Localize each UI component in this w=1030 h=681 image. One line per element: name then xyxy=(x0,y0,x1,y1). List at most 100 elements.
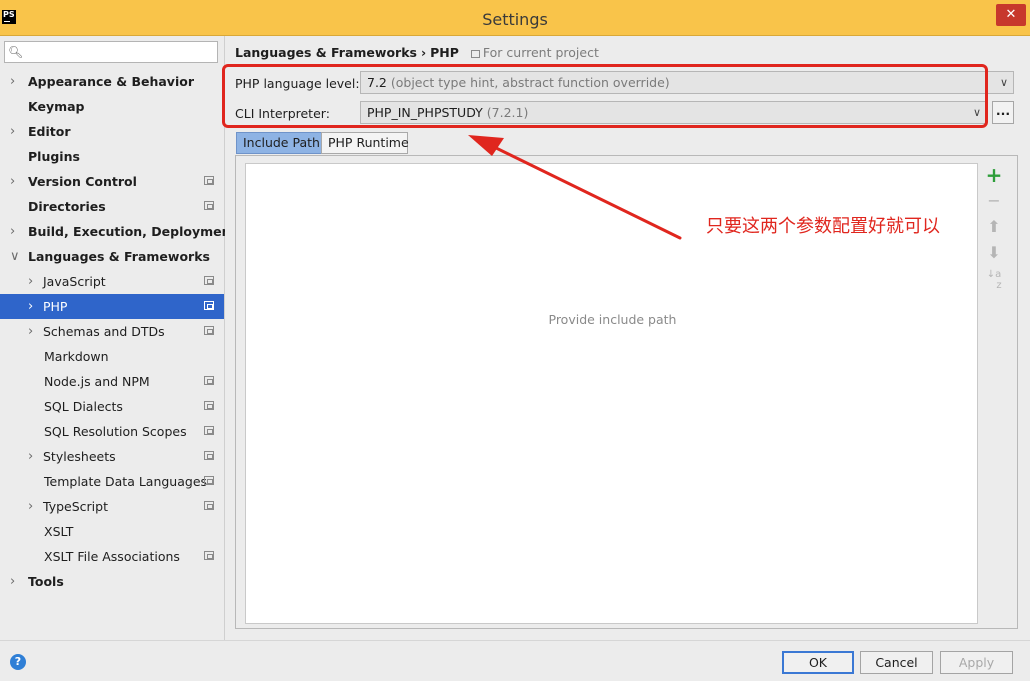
project-scope-icon xyxy=(204,476,214,485)
sidebar-item-tools[interactable]: › Tools xyxy=(0,569,224,594)
close-window-button[interactable]: ✕ xyxy=(996,4,1026,26)
search-icon: 🔍︎ xyxy=(8,45,24,59)
breadcrumb: Languages & Frameworks › PHP For current p… xyxy=(235,45,599,60)
settings-sidebar: 🔍︎ › Appearance & Behavior Keymap › Editor Pl… xyxy=(0,36,236,640)
sidebar-item-label: Directories xyxy=(28,199,106,214)
php-language-level-label: PHP language level: xyxy=(235,76,360,91)
remove-path-button[interactable]: − xyxy=(982,189,1006,213)
project-scope-icon xyxy=(470,50,480,58)
settings-search-input[interactable]: 🔍︎ xyxy=(4,41,218,63)
add-path-button[interactable]: + xyxy=(982,163,1006,187)
sidebar-item-build-execution-deployment[interactable]: › Build, Execution, Deployment xyxy=(0,219,236,244)
move-up-button[interactable]: ⬆︎ xyxy=(982,215,1006,239)
dialog-footer: ? OK Cancel Apply xyxy=(0,640,1030,681)
project-scope-icon xyxy=(204,326,214,335)
tab-php-runtime[interactable]: PHP Runtime xyxy=(321,132,409,154)
sidebar-item-label: Build, Execution, Deployment xyxy=(28,224,237,239)
chevron-right-icon[interactable]: › xyxy=(28,294,38,319)
sidebar-item-plugins[interactable]: Plugins xyxy=(0,144,224,169)
breadcrumb-page: PHP xyxy=(430,45,459,60)
project-scope-icon xyxy=(204,276,214,285)
php-language-level-value: 7.2 xyxy=(367,75,387,90)
sidebar-item-label: Editor xyxy=(28,124,71,139)
chevron-down-icon: ∨ xyxy=(999,76,1008,89)
sidebar-item-javascript[interactable]: › JavaScript xyxy=(0,269,224,294)
project-scope-icon xyxy=(204,201,214,210)
cli-interpreter-select[interactable]: PHP_IN_PHPSTUDY (7.2.1) ∨ xyxy=(360,101,987,124)
sidebar-item-sql-dialects[interactable]: SQL Dialects xyxy=(0,394,224,419)
sidebar-item-markdown[interactable]: Markdown xyxy=(0,344,224,369)
ok-button[interactable]: OK xyxy=(782,651,854,674)
apply-button[interactable]: Apply xyxy=(940,651,1013,674)
sidebar-item-label: Schemas and DTDs xyxy=(43,324,165,339)
sidebar-item-php[interactable]: › PHP xyxy=(0,294,224,319)
title-bar: PS Settings ✕ xyxy=(0,0,1030,36)
sidebar-item-label: SQL Resolution Scopes xyxy=(44,424,187,439)
chevron-right-icon[interactable]: › xyxy=(10,219,20,244)
chevron-right-icon[interactable]: › xyxy=(10,119,20,144)
help-icon[interactable]: ? xyxy=(10,654,26,670)
cli-interpreter-label: CLI Interpreter: xyxy=(235,106,330,121)
project-scope-icon xyxy=(204,301,214,310)
sidebar-item-appearance-behavior[interactable]: › Appearance & Behavior xyxy=(0,69,224,94)
php-language-level-select[interactable]: 7.2 (object type hint, abstract function… xyxy=(360,71,1014,94)
sidebar-item-label: SQL Dialects xyxy=(44,399,123,414)
sidebar-item-directories[interactable]: Directories xyxy=(0,194,224,219)
chevron-right-icon[interactable]: › xyxy=(28,269,38,294)
tab-include-path[interactable]: Include Path xyxy=(236,132,322,154)
project-scope-icon xyxy=(204,426,214,435)
project-scope-icon xyxy=(204,501,214,510)
chevron-right-icon[interactable]: › xyxy=(28,494,38,519)
empty-list-message: Provide include path xyxy=(548,312,677,327)
sidebar-item-label: Plugins xyxy=(28,149,80,164)
browse-interpreter-button[interactable]: ... xyxy=(992,101,1014,124)
sidebar-item-xslt[interactable]: XSLT xyxy=(0,519,224,544)
sidebar-item-label: Stylesheets xyxy=(43,449,116,464)
chevron-right-icon[interactable]: › xyxy=(28,444,38,469)
chevron-right-icon[interactable]: › xyxy=(10,569,20,594)
chevron-down-icon: ∨ xyxy=(972,106,981,119)
sidebar-item-label: Tools xyxy=(28,574,64,589)
chevron-down-icon[interactable]: ∨ xyxy=(10,244,20,269)
sidebar-item-schemas-and-dtds[interactable]: › Schemas and DTDs xyxy=(0,319,224,344)
sidebar-item-node-js-and-npm[interactable]: Node.js and NPM xyxy=(0,369,224,394)
sidebar-item-typescript[interactable]: › TypeScript xyxy=(0,494,224,519)
sidebar-item-label: Appearance & Behavior xyxy=(28,74,194,89)
chevron-right-icon[interactable]: › xyxy=(10,69,20,94)
annotation-note: 只要这两个参数配置好就可以 xyxy=(706,216,940,237)
project-scope-icon xyxy=(204,451,214,460)
project-scope-icon xyxy=(204,376,214,385)
sidebar-item-label: Template Data Languages xyxy=(44,474,208,489)
sidebar-item-stylesheets[interactable]: › Stylesheets xyxy=(0,444,224,469)
sidebar-item-label: Node.js and NPM xyxy=(44,374,150,389)
sidebar-item-label: PHP xyxy=(43,299,68,314)
cancel-button[interactable]: Cancel xyxy=(860,651,933,674)
project-scope-icon xyxy=(204,401,214,410)
sidebar-item-template-data-languages[interactable]: Template Data Languages xyxy=(0,469,224,494)
project-scope-label: For current project xyxy=(470,45,599,60)
sidebar-item-label: JavaScript xyxy=(43,274,106,289)
sidebar-item-label: XSLT File Associations xyxy=(44,549,180,564)
sidebar-item-label: Version Control xyxy=(28,174,137,189)
sidebar-item-label: Markdown xyxy=(44,349,109,364)
sidebar-item-version-control[interactable]: › Version Control xyxy=(0,169,224,194)
sort-alpha-icon[interactable]: ↓a z xyxy=(982,267,1006,291)
sidebar-item-label: XSLT xyxy=(44,524,74,539)
project-scope-icon xyxy=(204,551,214,560)
chevron-right-icon[interactable]: › xyxy=(28,319,38,344)
sidebar-item-xslt-file-associations[interactable]: XSLT File Associations xyxy=(0,544,224,569)
sidebar-item-languages-frameworks[interactable]: ∨ Languages & Frameworks xyxy=(0,244,224,269)
move-down-button[interactable]: ⬇︎ xyxy=(982,241,1006,265)
annotation-arrow xyxy=(468,135,682,240)
sidebar-item-editor[interactable]: › Editor xyxy=(0,119,224,144)
sidebar-item-label: TypeScript xyxy=(43,499,108,514)
breadcrumb-section: Languages & Frameworks xyxy=(235,45,417,60)
chevron-right-icon[interactable]: › xyxy=(10,169,20,194)
settings-content: Languages & Frameworks › PHP For current p… xyxy=(225,36,1030,640)
sidebar-item-label: Languages & Frameworks xyxy=(28,249,210,264)
sidebar-item-sql-resolution-scopes[interactable]: SQL Resolution Scopes xyxy=(0,419,224,444)
sidebar-item-label: Keymap xyxy=(28,99,85,114)
breadcrumb-separator: › xyxy=(420,45,427,60)
sidebar-item-keymap[interactable]: Keymap xyxy=(0,94,224,119)
php-language-level-hint: (object type hint, abstract function ove… xyxy=(390,75,670,90)
